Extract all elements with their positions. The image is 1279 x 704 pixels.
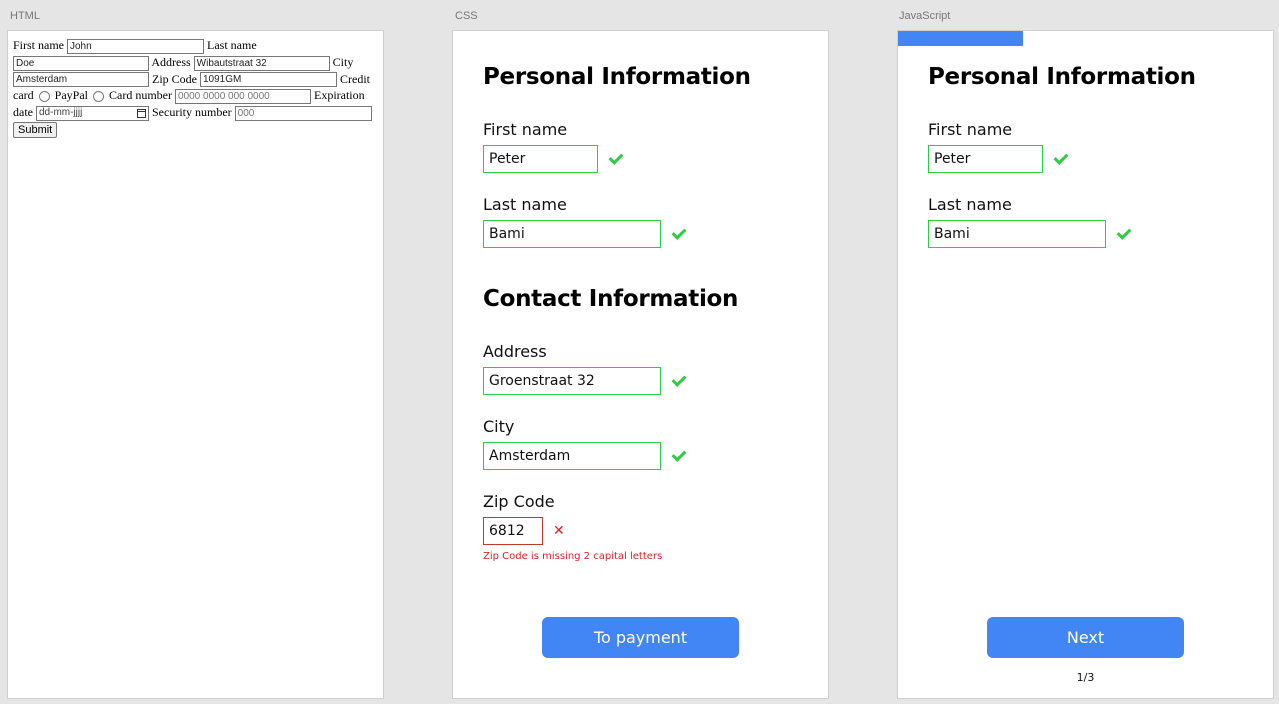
last-name-field: Last name (483, 195, 808, 248)
check-icon (608, 152, 622, 166)
card-number-radio[interactable] (93, 91, 104, 102)
expiration-date-input[interactable]: dd-mm-jjjj (36, 105, 149, 121)
zip-error-message: Zip Code is missing 2 capital letters (483, 551, 663, 562)
artboard-html: First name Last name Address City Zip Co… (7, 30, 384, 699)
city-input[interactable] (13, 72, 149, 88)
card-number-label: Card number (109, 88, 172, 103)
first-name-input[interactable] (67, 38, 204, 54)
personal-info-title: Personal Information (928, 64, 1196, 90)
check-icon (671, 374, 685, 388)
contact-info-title: Contact Information (483, 286, 739, 312)
last-name-label: Last name (207, 38, 257, 52)
check-icon (671, 449, 685, 463)
step-indicator: 1/3 (1076, 671, 1095, 684)
security-number-input[interactable] (234, 105, 372, 121)
personal-info-title: Personal Information (483, 64, 751, 90)
date-placeholder: dd-mm-jjjj (39, 107, 83, 118)
paypal-radio[interactable] (38, 91, 50, 102)
city-field: City (483, 417, 808, 470)
progress-fill (898, 31, 1023, 46)
last-name-input[interactable] (13, 55, 149, 71)
check-icon (1116, 227, 1130, 241)
last-name-field: Last name (928, 195, 1253, 248)
calendar-icon[interactable] (137, 108, 146, 118)
to-payment-button[interactable]: To payment (542, 617, 739, 658)
frame-label-css: CSS (455, 10, 478, 22)
first-name-label: First name (13, 38, 64, 52)
frame-label-js: JavaScript (899, 10, 951, 22)
zip-field: Zip Code ✕ Zip Code is missing 2 capital… (483, 492, 808, 562)
city-label: City (483, 417, 515, 436)
card-number-input[interactable] (174, 89, 311, 104)
last-name-label: Last name (928, 195, 1012, 214)
city-label: City (332, 54, 354, 69)
raw-form: First name Last name Address City Zip Co… (8, 31, 383, 144)
progress-bar (898, 31, 1273, 46)
paypal-label: PayPal (54, 88, 88, 103)
js-form: Personal Information First name Last nam… (928, 64, 1253, 270)
zip-label: Zip Code (483, 492, 555, 511)
zip-input[interactable] (483, 517, 543, 545)
address-field: Address (483, 342, 808, 395)
city-input[interactable] (483, 442, 661, 470)
address-input[interactable] (193, 55, 330, 71)
check-icon (1053, 152, 1067, 166)
first-name-input[interactable] (483, 145, 598, 173)
zip-input[interactable] (200, 72, 337, 88)
artboard-js: Personal Information First name Last nam… (897, 30, 1274, 699)
address-label: Address (483, 342, 547, 361)
first-name-label: First name (483, 120, 568, 139)
address-label: Address (151, 54, 191, 69)
next-button[interactable]: Next (987, 617, 1184, 658)
zip-label: Zip Code (152, 71, 197, 86)
cross-icon: ✕ (553, 523, 565, 539)
security-label: Security number (152, 105, 232, 119)
artboard-css: Personal Information First name Last nam… (452, 30, 829, 699)
frame-label-html: HTML (10, 10, 40, 22)
last-name-input[interactable] (483, 220, 661, 248)
first-name-field: First name (483, 120, 808, 173)
check-icon (671, 227, 685, 241)
first-name-input[interactable] (928, 145, 1043, 173)
first-name-field: First name (928, 120, 1253, 173)
first-name-label: First name (928, 120, 1013, 139)
last-name-label: Last name (483, 195, 567, 214)
last-name-input[interactable] (928, 220, 1106, 248)
submit-button[interactable]: Submit (13, 122, 58, 138)
address-input[interactable] (483, 367, 661, 395)
css-form: Personal Information First name Last nam… (483, 64, 808, 584)
